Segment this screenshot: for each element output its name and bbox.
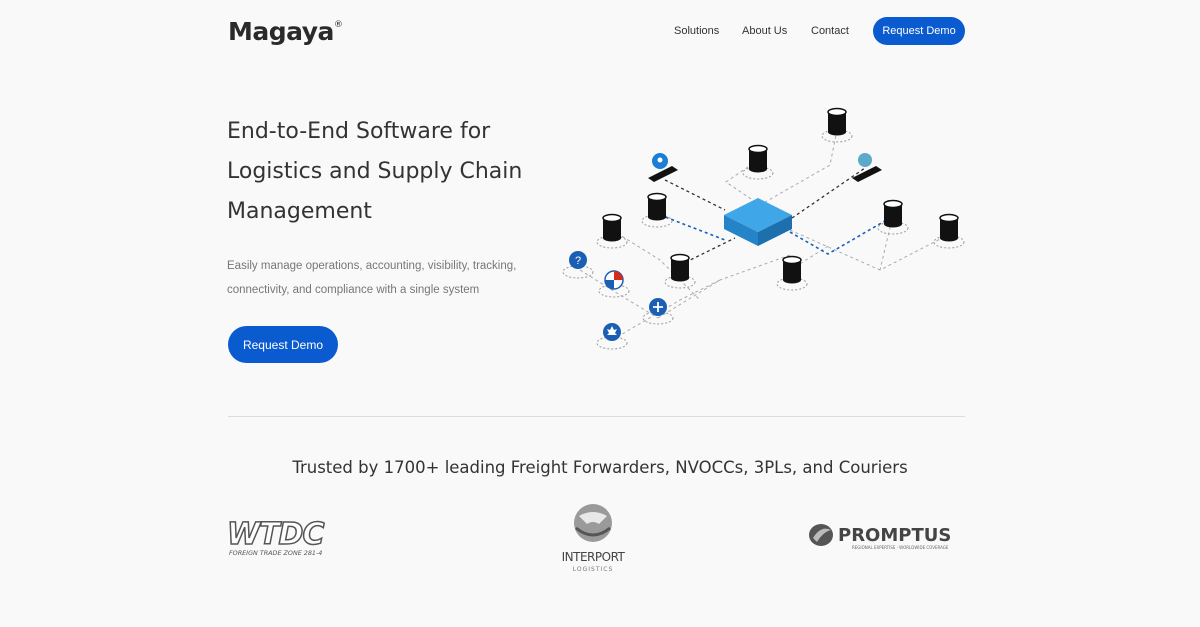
location-pin-icon xyxy=(648,153,678,182)
hero-title-line: Management xyxy=(227,199,372,224)
header-request-demo-button[interactable]: Request Demo xyxy=(873,17,965,45)
svg-text:?: ? xyxy=(575,255,581,267)
globe-device-icon xyxy=(852,153,882,182)
svg-text:PROMPTUS: PROMPTUS xyxy=(838,525,951,546)
nav-about-us[interactable]: About Us xyxy=(742,25,787,37)
network-illustration: ? xyxy=(562,107,965,350)
section-divider xyxy=(228,416,965,417)
nav-contact[interactable]: Contact xyxy=(811,25,849,37)
hero-request-demo-button[interactable]: Request Demo xyxy=(228,326,338,363)
magaya-logo[interactable]: Magaya® xyxy=(228,17,343,46)
svg-text:INTERPORT: INTERPORT xyxy=(562,550,626,564)
panama-flag-icon xyxy=(598,270,630,298)
svg-text:LOGISTICS: LOGISTICS xyxy=(573,566,614,573)
wtdc-logo: WTDC FOREIGN TRADE ZONE 281-4 xyxy=(226,516,326,557)
hero-title-line: End-to-End Software for xyxy=(227,119,491,144)
hero-title: End-to-End Software for Logistics and Su… xyxy=(227,112,557,232)
nav-solutions[interactable]: Solutions xyxy=(674,25,719,37)
question-icon: ? xyxy=(562,251,594,279)
promptus-logo: PROMPTUS REGIONAL EXPERTISE · WORLDWIDE … xyxy=(809,524,951,550)
hero-subtitle-line: Easily manage operations, accounting, vi… xyxy=(227,260,517,272)
svg-text:WTDC: WTDC xyxy=(227,517,324,552)
hero-subtitle-line: connectivity, and compliance with a sing… xyxy=(227,283,480,296)
svg-text:REGIONAL EXPERTISE · WORLDWIDE: REGIONAL EXPERTISE · WORLDWIDE COVERAGE xyxy=(852,545,949,550)
svg-text:FOREIGN TRADE ZONE 281-4: FOREIGN TRADE ZONE 281-4 xyxy=(229,549,322,557)
interport-logo: INTERPORT LOGISTICS xyxy=(562,504,626,573)
hero-title-line: Logistics and Supply Chain xyxy=(227,159,523,184)
maple-leaf-icon xyxy=(596,323,628,350)
trusted-heading: Trusted by 1700+ leading Freight Forward… xyxy=(292,458,908,477)
site-header: Magaya® Solutions About Us Contact Reque… xyxy=(0,0,1200,62)
hero-subtitle: Easily manage operations, accounting, vi… xyxy=(227,255,527,302)
